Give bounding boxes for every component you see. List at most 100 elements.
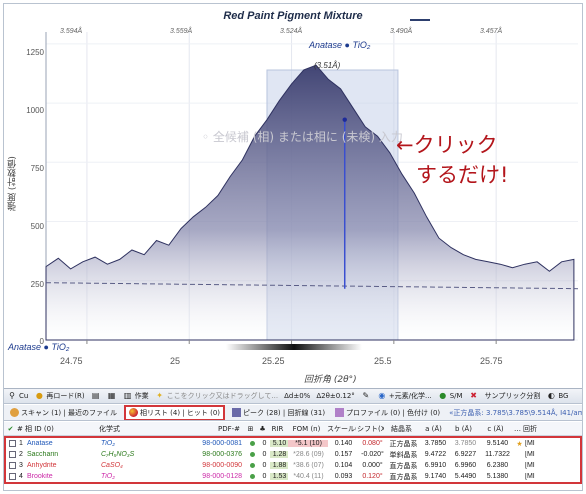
row-a: 6.9910 <box>424 462 447 469</box>
peak-marker-dot[interactable] <box>342 117 347 122</box>
header-marker-icon[interactable]: ♣ <box>256 425 268 433</box>
diffraction-chart[interactable]: Red Paint Pigment Mixture 3.594Å 3.559Å … <box>4 4 582 388</box>
y-tick-label: 1000 <box>26 106 44 115</box>
row-formula: C₇H₅NO₃S <box>101 451 135 458</box>
row-phase-name[interactable]: Anatase <box>26 440 100 447</box>
phase-label-bottom[interactable]: Anatase ● TiO₂ <box>8 342 69 352</box>
row-phase-name[interactable]: Brookite <box>26 473 100 480</box>
toolbar-hint-label: ここをクリック又はドラッグして... <box>166 392 279 400</box>
x-tick-label: 25.75 <box>480 356 503 366</box>
row-scale[interactable]: 0.093 <box>328 473 358 480</box>
header-scale[interactable]: スケール(I) <box>326 424 356 434</box>
table-row[interactable]: 2 Saccharin C₇H₅NO₃S 98-000-0376 0 1.28 … <box>6 449 580 460</box>
row-count: 0 <box>262 440 267 447</box>
toolbar-bg-label: BG <box>558 392 569 400</box>
header-id[interactable]: 相 ID (0) <box>24 424 98 434</box>
crystal-filter-text[interactable]: «正方晶系: 3.785\3.785\9.514Å, I41/amd (141)… <box>449 408 582 418</box>
row-checkbox[interactable] <box>6 439 18 447</box>
row-checkbox[interactable] <box>6 450 18 458</box>
phase-label-top[interactable]: Anatase ● TiO₂ <box>309 40 370 50</box>
row-num: 2 <box>19 451 23 458</box>
row-b: 3.7850 <box>454 440 477 447</box>
tab-peaks[interactable]: ピーク (28) | 回折線 (31) <box>229 407 328 419</box>
table-row[interactable]: 4 Brookite TiO₂ 98-000-0128 0 1.53 *40.4… <box>6 471 580 482</box>
x-tick-label: 25.5 <box>374 356 392 366</box>
header-b[interactable]: b (Å) <box>448 425 478 433</box>
toolbar-bg[interactable]: ◐ BG <box>546 391 569 401</box>
toolbar-sm[interactable]: ● S/M <box>438 391 463 401</box>
row-num: 4 <box>19 473 23 480</box>
row-b: 6.9227 <box>454 451 477 458</box>
toolbar-work[interactable]: ▥ 作業 <box>123 391 149 401</box>
row-phase-name[interactable]: Saccharin <box>26 451 100 458</box>
row-scale[interactable]: 0.140 <box>328 440 358 447</box>
row-phase-name[interactable]: Anhydrite <box>26 462 100 469</box>
row-status-dot <box>246 462 258 469</box>
row-shift[interactable]: 0.000° <box>358 462 386 469</box>
toolbar-pin[interactable]: ✎ <box>361 391 371 401</box>
header-c[interactable]: c (Å) <box>478 425 512 433</box>
tab-phase-list[interactable]: 相リスト (4) | ヒット (0) <box>123 405 226 420</box>
row-formula: CaSO₄ <box>101 462 123 469</box>
header-doc-icon[interactable]: ⊞ <box>244 425 256 433</box>
scroll-position-bar[interactable] <box>226 344 362 350</box>
chart-canvas[interactable] <box>4 4 582 388</box>
row-pdf[interactable]: 98-000-0090 <box>188 462 246 469</box>
header-a[interactable]: a (Å) <box>418 425 448 433</box>
row-tail: [MI <box>525 462 535 469</box>
more-icon: ◐ <box>547 391 555 400</box>
row-fom: *38.6 (07) <box>293 462 324 469</box>
toolbar-hint[interactable]: ✦ ここをクリック又はドラッグして... <box>155 391 278 401</box>
toolbar-clear[interactable]: ✖ <box>469 391 479 401</box>
lightbulb-icon: ✦ <box>156 391 163 400</box>
toolbar-sampling[interactable]: サンプリック分割 <box>485 391 541 401</box>
tab-scans[interactable]: スキャン (1) | 最近のファイル <box>7 407 120 419</box>
tab-scans-label: スキャン (1) | 最近のファイル <box>21 408 117 417</box>
row-count: 0 <box>262 451 267 458</box>
row-shift[interactable]: 0.080° <box>358 440 386 447</box>
row-pdf[interactable]: 98-000-0376 <box>188 451 246 458</box>
header-system[interactable]: 結晶系 <box>384 424 418 434</box>
header-check[interactable]: ✔ <box>4 425 16 433</box>
phase-table: ✔ # 相 ID (0) 化学式 PDF-# ⊞ ♣ RIR FOM (n) ス… <box>4 422 582 484</box>
header-pdf[interactable]: PDF-# <box>186 425 244 433</box>
phase-icon <box>128 408 138 417</box>
toolbar-delta-d[interactable]: Δd±0% <box>284 392 310 400</box>
row-pdf[interactable]: 98-000-0081 <box>188 440 246 447</box>
row-pdf[interactable]: 98-000-0128 <box>188 473 246 480</box>
header-formula[interactable]: 化学式 <box>98 424 186 434</box>
tab-profile[interactable]: プロファイル (0) | 色付け (0) <box>332 407 443 419</box>
toolbar-sm-label: S/M <box>449 392 463 400</box>
row-checkbox[interactable] <box>6 461 18 469</box>
toolbar-reload[interactable]: ● 再ロード(R) <box>34 391 85 401</box>
header-shift[interactable]: シフト(X) <box>356 424 384 434</box>
header-more[interactable]: … <box>512 425 522 433</box>
work-icon: ▥ <box>123 391 132 400</box>
header-num[interactable]: # <box>16 425 24 433</box>
row-checkbox[interactable] <box>6 472 18 480</box>
scan-icon <box>10 408 19 417</box>
row-shift[interactable]: -0.020° <box>358 451 386 458</box>
toolbar-grid[interactable]: ▦ <box>107 391 117 401</box>
row-num: 1 <box>19 440 23 447</box>
toolbar-elements[interactable]: ◉ +元素/化学... <box>377 391 431 401</box>
row-shift[interactable]: 0.120° <box>358 473 386 480</box>
row-a: 9.4722 <box>424 451 447 458</box>
toolbar-anode[interactable]: ⚲ Cu <box>7 391 28 401</box>
row-tail: [MI <box>525 440 535 447</box>
row-tail: [MI <box>525 473 535 480</box>
header-rir[interactable]: RIR <box>268 425 286 433</box>
header-diff[interactable]: 回折 <box>522 424 542 434</box>
toolbar-delta-2theta[interactable]: Δ2θ±0.12° <box>316 392 354 400</box>
axis-ticks <box>86 340 497 344</box>
row-scale[interactable]: 0.157 <box>328 451 358 458</box>
row-scale[interactable]: 0.104 <box>328 462 358 469</box>
header-fom[interactable]: FOM (n) <box>286 425 326 433</box>
row-count: 0 <box>262 462 267 469</box>
table-row[interactable]: 3 Anhydrite CaSO₄ 98-000-0090 0 1.88 *38… <box>6 460 580 471</box>
analysis-toolbar: ⚲ Cu ● 再ロード(R) ▤ ▦ ▥ 作業 ✦ ここをクリック又はドラッグして...… <box>4 388 582 404</box>
top-tick-label: 3.524Å <box>280 28 303 35</box>
table-row[interactable]: 1 Anatase TiO₂ 98-000-0081 0 5.10 *5.1 (… <box>6 438 580 449</box>
star-icon[interactable]: ★ <box>514 440 524 448</box>
toolbar-doc[interactable]: ▤ <box>91 391 101 401</box>
